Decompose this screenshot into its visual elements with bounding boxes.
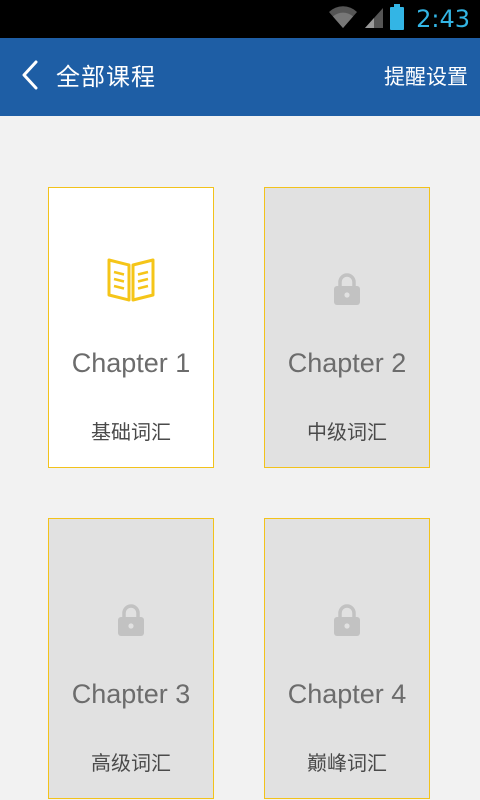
chapter-title: Chapter 3	[71, 679, 191, 709]
chapter-subtitle: 巅峰词汇	[307, 751, 387, 775]
chevron-left-icon	[20, 60, 40, 94]
chapter-card-1[interactable]: Chapter 1 基础词汇	[48, 187, 214, 468]
back-button[interactable]	[8, 52, 52, 102]
status-icons: 2:43	[328, 0, 470, 38]
chapter-subtitle: 高级词汇	[91, 751, 171, 775]
lock-icon	[265, 603, 429, 637]
lock-icon	[265, 272, 429, 306]
battery-icon	[390, 4, 405, 34]
chapter-card-2[interactable]: Chapter 2 中级词汇	[264, 187, 430, 468]
clock: 2:43	[416, 5, 470, 33]
chapter-title: Chapter 4	[287, 679, 407, 709]
signal-icon	[364, 5, 384, 33]
wifi-icon	[328, 5, 358, 33]
reminder-settings-button[interactable]: 提醒设置	[384, 38, 468, 116]
app-bar: 全部课程 提醒设置	[0, 38, 480, 116]
course-grid: Chapter 1 基础词汇 Chapter 2 中级词汇 Chapter 3 …	[0, 116, 480, 800]
book-icon	[49, 252, 213, 304]
chapter-subtitle: 中级词汇	[307, 420, 387, 444]
chapter-card-4[interactable]: Chapter 4 巅峰词汇	[264, 518, 430, 799]
chapter-title: Chapter 1	[71, 348, 191, 378]
chapter-card-3[interactable]: Chapter 3 高级词汇	[48, 518, 214, 799]
page-title: 全部课程	[56, 63, 156, 91]
chapter-title: Chapter 2	[287, 348, 407, 378]
chapter-subtitle: 基础词汇	[91, 420, 171, 444]
status-bar: 2:43	[0, 0, 480, 38]
lock-icon	[49, 603, 213, 637]
